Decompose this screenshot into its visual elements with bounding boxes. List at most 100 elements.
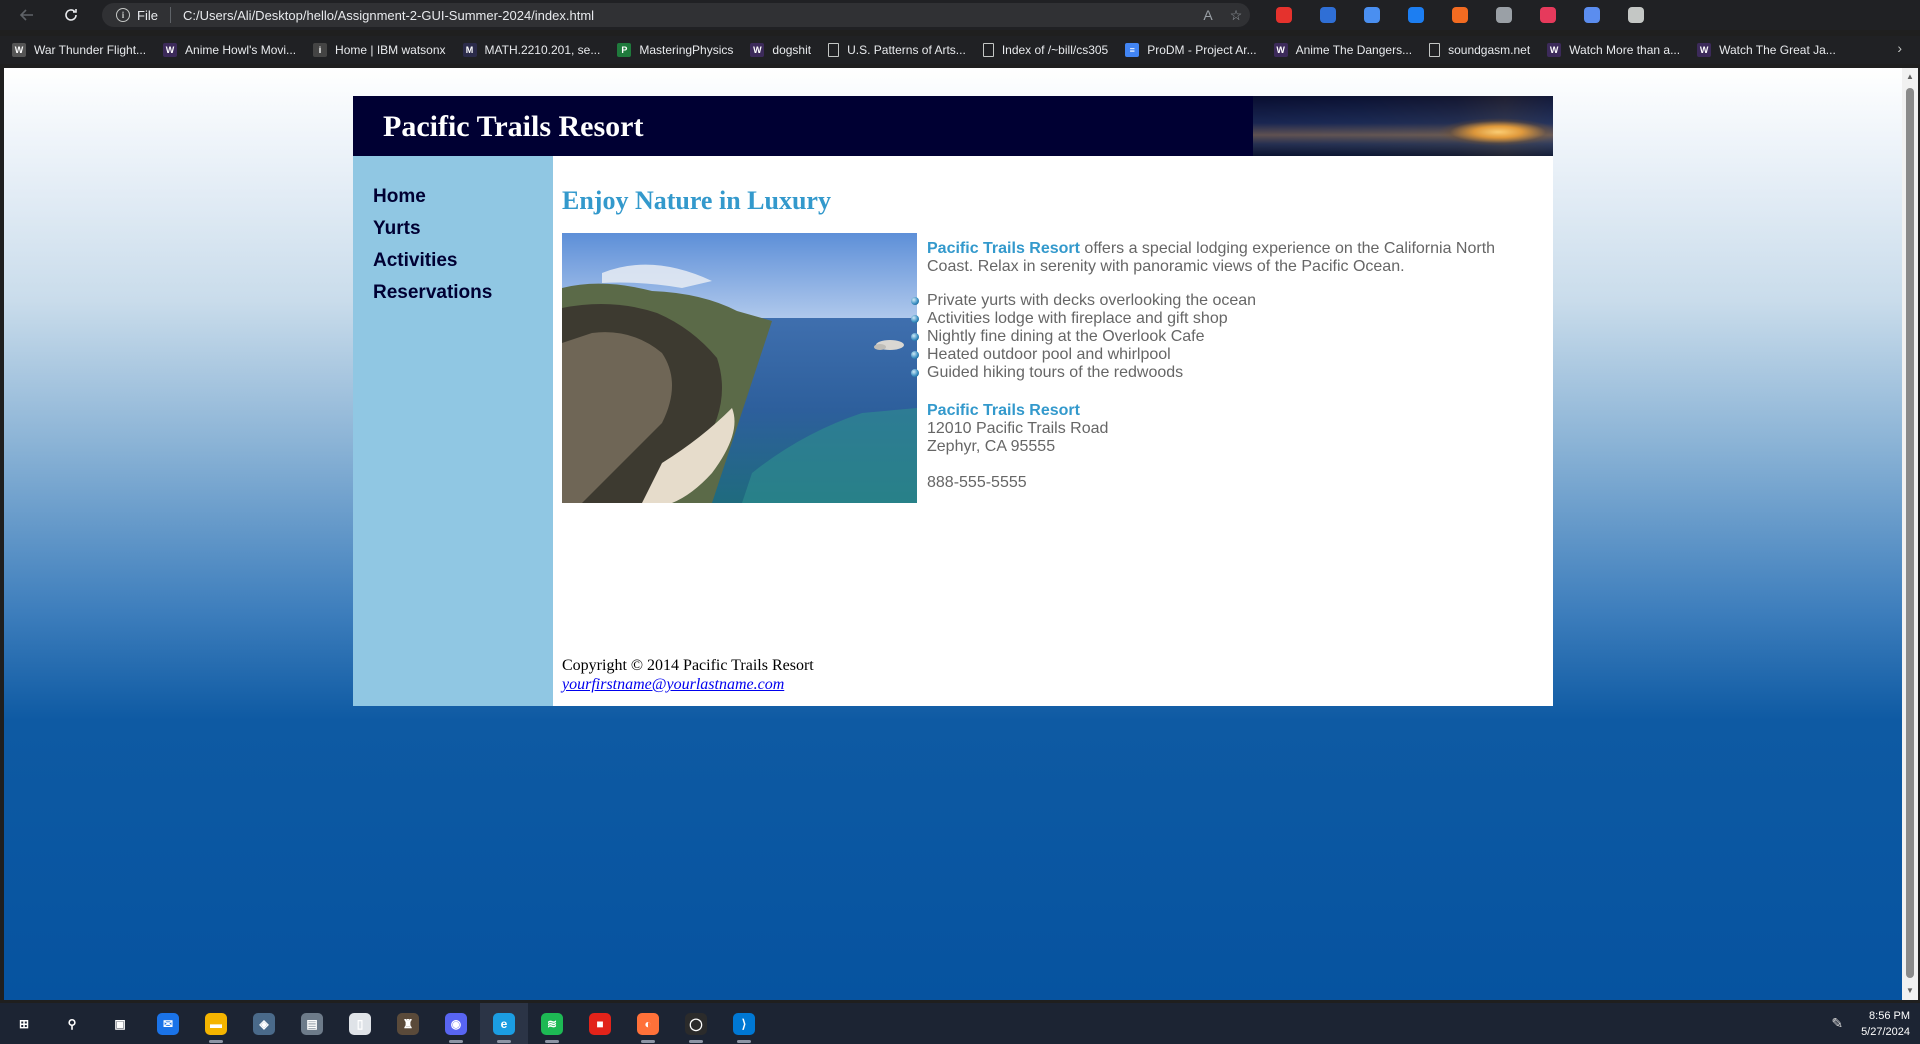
bookmarks-overflow-icon[interactable]: › (1897, 40, 1902, 56)
feature-text: Private yurts with decks overlooking the… (927, 292, 1257, 309)
taskbar-item[interactable]: ▬ (192, 1003, 240, 1044)
puzzle-icon[interactable] (1614, 4, 1658, 26)
page-icon (828, 43, 840, 57)
site-header: Pacific Trails Resort (353, 96, 1553, 156)
nav-link-reservations[interactable]: Reservations (353, 282, 553, 314)
vertical-scrollbar[interactable]: ▲ ▼ (1902, 68, 1918, 1000)
taskbar-item[interactable]: ◯ (672, 1003, 720, 1044)
url-text[interactable]: C:/Users/Ali/Desktop/hello/Assignment-2-… (183, 8, 1194, 23)
bookmark-item[interactable]: ≡ ProDM - Project Ar... (1125, 43, 1257, 57)
bookmark-item[interactable]: W Anime Howl's Movi... (163, 43, 296, 57)
scrollbar-thumb[interactable] (1906, 88, 1914, 978)
bookmark-item[interactable]: W Anime The Dangers... (1273, 43, 1413, 57)
page-wrapper: Pacific Trails Resort Home Yurts Activit… (353, 96, 1553, 706)
taskbar-item[interactable]: ⟩ (720, 1003, 768, 1044)
read-aloud-icon[interactable]: A (1194, 7, 1222, 23)
taskbar-item[interactable]: ⊞ (0, 1003, 48, 1044)
bookmark-item[interactable]: M MATH.2210.201, se... (462, 43, 600, 57)
running-indicator (497, 1040, 511, 1043)
taskbar-item[interactable]: ▣ (96, 1003, 144, 1044)
site-footer: Copyright © 2014 Pacific Trails Resort y… (562, 656, 814, 694)
bookmark-favicon-icon: P (617, 43, 632, 57)
contact-name: Pacific Trails Resort (927, 402, 1080, 419)
bookmark-favicon-icon: W (12, 43, 26, 57)
bookmark-label: Index of /~bill/cs305 (1001, 43, 1109, 57)
address-bar[interactable]: i File C:/Users/Ali/Desktop/hello/Assign… (102, 3, 1250, 27)
bookmark-favicon-icon: W (1273, 43, 1288, 57)
bookmark-label: Anime The Dangers... (1295, 43, 1413, 57)
copyright-text: Copyright © 2014 Pacific Trails Resort (562, 657, 814, 674)
taskbar-item[interactable]: ▤ (288, 1003, 336, 1044)
honey-icon[interactable] (1438, 4, 1482, 26)
info-icon[interactable]: i (116, 8, 130, 22)
bookmark-item[interactable]: W Watch The Great Ja... (1697, 43, 1836, 57)
honey-icon-glyph (1452, 7, 1468, 23)
taskbar-item[interactable]: e (480, 1003, 528, 1044)
bookmark-label: U.S. Patterns of Arts... (847, 43, 966, 57)
taskbar-item[interactable]: ♜ (384, 1003, 432, 1044)
running-indicator (449, 1040, 463, 1043)
bookmark-item[interactable]: W War Thunder Flight... (12, 43, 146, 57)
bookmark-item[interactable]: Index of /~bill/cs305 (982, 43, 1109, 57)
windows-taskbar: ⊞ ⚲ ▣ ✉ ▬ ◈ ▤ ▯ ♜ ◉ e ≋ ■ ◐ ◯ ⟩ (0, 1003, 1920, 1044)
bookmark-favicon-icon: ≡ (1125, 43, 1140, 57)
bookmark-label: ProDM - Project Ar... (1147, 43, 1257, 57)
bullet-icon (911, 369, 919, 377)
taskbar-item[interactable]: ■ (576, 1003, 624, 1044)
bookmark-item[interactable]: i Home | IBM watsonx (313, 43, 446, 57)
taskbar-item[interactable]: ▯ (336, 1003, 384, 1044)
store-icon: ▤ (301, 1012, 323, 1035)
taskbar-item[interactable]: ≋ (528, 1003, 576, 1044)
favorite-star-icon[interactable]: ☆ (1222, 7, 1250, 24)
search-ext-icon[interactable] (1350, 4, 1394, 26)
back-button[interactable] (12, 0, 42, 30)
firefox-icon: ◐ (637, 1012, 659, 1035)
taskbar-item[interactable]: ◉ (432, 1003, 480, 1044)
collections-ext-icon[interactable] (1570, 4, 1614, 26)
puzzle-icon-glyph (1628, 7, 1644, 23)
bookmark-item[interactable]: U.S. Patterns of Arts... (828, 43, 966, 57)
record-icon[interactable] (1526, 4, 1570, 26)
extensions-toolbar (1262, 4, 1658, 26)
contact-street: 12010 Pacific Trails Road (927, 420, 1109, 437)
bookmark-favicon-icon: M (462, 43, 477, 57)
bookmark-item[interactable]: P MasteringPhysics (617, 43, 733, 57)
feature-text: Guided hiking tours of the redwoods (927, 364, 1184, 381)
speaker-icon[interactable] (1306, 4, 1350, 26)
bookmark-label: soundgasm.net (1448, 43, 1531, 57)
taskbar-item[interactable]: ✉ (144, 1003, 192, 1044)
pen-ext-icon[interactable] (1482, 4, 1526, 26)
task-view-icon: ▣ (114, 1016, 126, 1031)
bookmark-item[interactable]: Wdogshit (750, 43, 811, 57)
nav-link-activities[interactable]: Activities (353, 250, 553, 282)
page-heading: Enjoy Nature in Luxury (562, 186, 831, 215)
pen-menu-icon[interactable]: ✎ (1831, 1015, 1843, 1032)
nav-link-yurts[interactable]: Yurts (353, 218, 553, 250)
bookmark-item[interactable]: soundgasm.net (1429, 43, 1530, 57)
bookmark-label: Home | IBM watsonx (335, 43, 446, 57)
bullet-icon (911, 351, 919, 359)
running-indicator (689, 1040, 703, 1043)
bullet-icon (911, 315, 919, 323)
taskbar-item[interactable]: ◐ (624, 1003, 672, 1044)
main-content: Enjoy Nature in Luxury Pacific Trails Re… (553, 156, 1553, 706)
email-link[interactable]: yourfirstname@yourlastname.com (562, 676, 784, 693)
nav-link-home[interactable]: Home (353, 186, 553, 218)
site-title: Pacific Trails Resort (383, 110, 644, 143)
reload-icon (65, 9, 77, 21)
shazam-icon[interactable] (1394, 4, 1438, 26)
reload-button[interactable] (56, 0, 86, 30)
taskbar-item[interactable]: ◈ (240, 1003, 288, 1044)
bookmark-item[interactable]: W Watch More than a... (1547, 43, 1680, 57)
discord-icon: ◉ (445, 1012, 467, 1035)
taskbar-item[interactable]: ⚲ (48, 1003, 96, 1044)
scroll-down-icon[interactable]: ▼ (1905, 986, 1915, 996)
clock[interactable]: 8:56 PM 5/27/2024 (1861, 1008, 1910, 1040)
feature-text: Activities lodge with fireplace and gift… (927, 310, 1228, 327)
running-indicator (737, 1040, 751, 1043)
running-indicator (641, 1040, 655, 1043)
intro-paragraph: Pacific Trails Resort offers a special l… (927, 240, 1527, 276)
collections-ext-icon-glyph (1584, 7, 1600, 23)
scroll-up-icon[interactable]: ▲ (1905, 72, 1915, 82)
adblock-icon[interactable] (1262, 4, 1306, 26)
